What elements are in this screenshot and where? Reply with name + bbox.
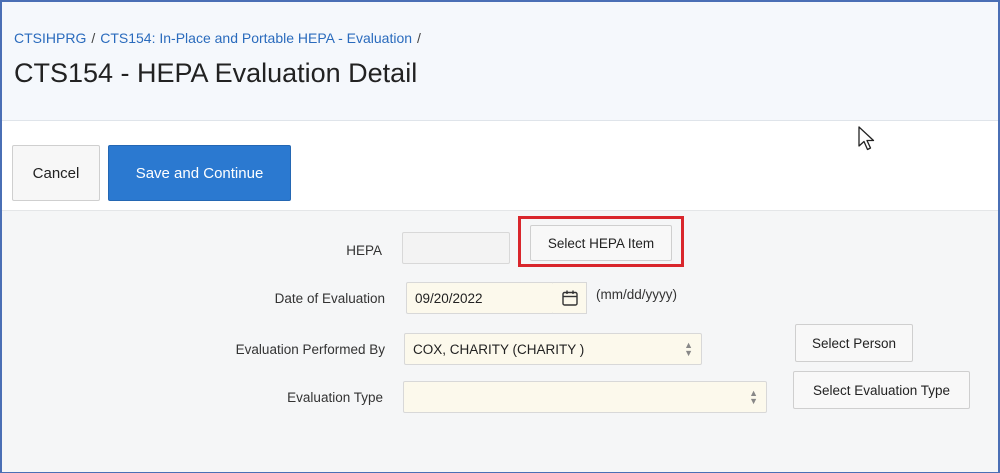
highlight-box	[518, 216, 684, 267]
evaluation-form: HEPA Select HEPA Item Date of Evaluation…	[2, 210, 998, 472]
breadcrumb-link-ctsihprg[interactable]: CTSIHPRG	[14, 30, 86, 46]
page-title: CTS154 - HEPA Evaluation Detail	[14, 58, 418, 88]
sort-arrows-icon: ▲ ▼	[749, 388, 758, 406]
evaluation-type-select[interactable]: ▲ ▼	[403, 381, 767, 413]
cancel-button[interactable]: Cancel	[12, 145, 100, 201]
mouse-pointer-icon	[858, 126, 876, 157]
date-of-evaluation-input[interactable]: 09/20/2022	[406, 282, 554, 314]
page-header: CTSIHPRG / CTS154: In-Place and Portable H…	[2, 2, 998, 121]
app-frame: CTSIHPRG / CTS154: In-Place and Portable H…	[0, 0, 1000, 473]
select-evaluation-type-button[interactable]: Select Evaluation Type	[793, 371, 970, 409]
date-of-evaluation-label: Date of Evaluation	[274, 291, 385, 306]
sort-arrows-icon: ▲ ▼	[684, 340, 693, 358]
select-person-button[interactable]: Select Person	[795, 324, 913, 362]
button-bar: Cancel Save and Continue	[2, 121, 998, 210]
evaluation-type-label: Evaluation Type	[287, 390, 383, 405]
evaluation-performed-by-label: Evaluation Performed By	[235, 342, 385, 357]
evaluation-performed-by-value: COX, CHARITY (CHARITY )	[413, 341, 585, 357]
breadcrumb-separator: /	[91, 30, 96, 46]
hepa-field	[402, 232, 510, 264]
hepa-label: HEPA	[346, 243, 382, 258]
date-format-hint: (mm/dd/yyyy)	[596, 287, 677, 302]
breadcrumb-link-cts154[interactable]: CTS154: In-Place and Portable HEPA - Eva…	[100, 30, 412, 46]
evaluation-performed-by-select[interactable]: COX, CHARITY (CHARITY ) ▲ ▼	[404, 333, 702, 365]
calendar-icon[interactable]	[553, 282, 587, 314]
breadcrumb: CTSIHPRG / CTS154: In-Place and Portable H…	[14, 30, 426, 46]
breadcrumb-separator: /	[417, 30, 421, 46]
save-and-continue-button[interactable]: Save and Continue	[108, 145, 291, 201]
